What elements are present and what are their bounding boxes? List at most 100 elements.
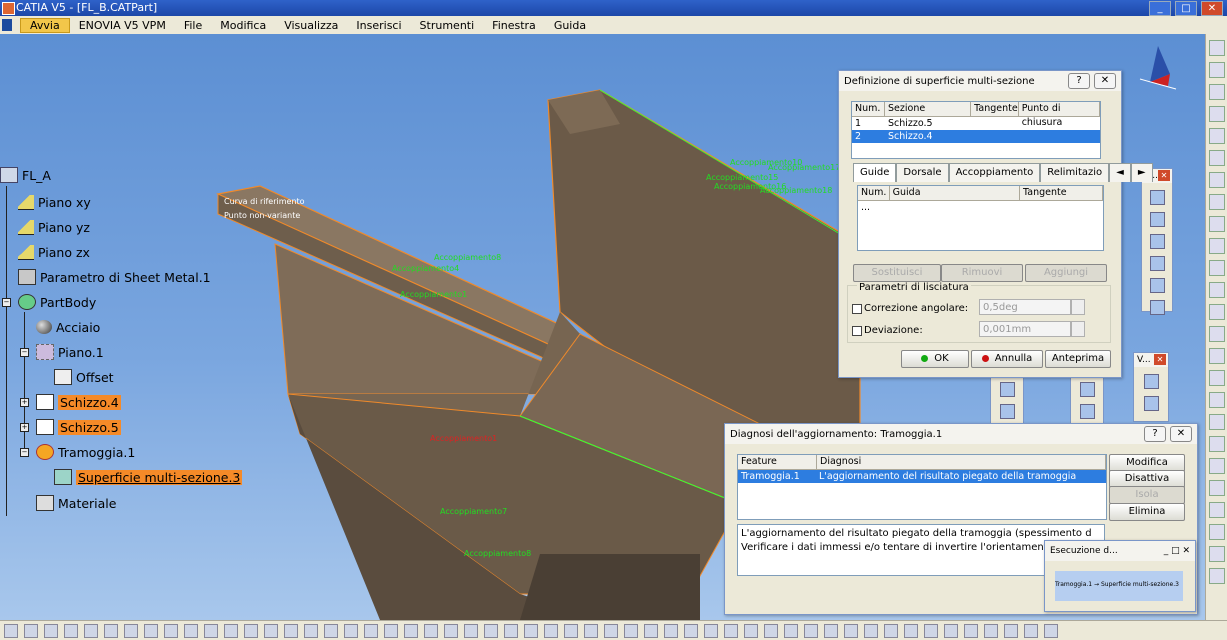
menu-inserisci[interactable]: Inserisci [347, 19, 410, 32]
tool-icon[interactable] [684, 623, 698, 638]
tool-icon[interactable] [1209, 150, 1225, 166]
tab-accoppiamento[interactable]: Accoppiamento [948, 163, 1041, 182]
tool-icon[interactable] [1149, 300, 1165, 315]
tool-icon[interactable] [844, 623, 858, 638]
tool-icon[interactable] [964, 623, 978, 638]
deviation-input[interactable]: 0,001mm [979, 321, 1071, 337]
tool-icon[interactable] [1209, 128, 1225, 144]
help-button[interactable]: ? [1144, 426, 1166, 442]
tool-icon[interactable] [1079, 382, 1095, 397]
view-icon[interactable] [484, 623, 498, 638]
paste-icon[interactable] [124, 623, 138, 638]
view-icon[interactable] [424, 623, 438, 638]
tool-icon[interactable] [1044, 623, 1058, 638]
menu-avvia[interactable]: Avvia [20, 17, 70, 33]
view-icon[interactable] [464, 623, 478, 638]
tool-icon[interactable] [1209, 304, 1225, 320]
pan-icon[interactable] [344, 623, 358, 638]
guide-row[interactable]: ... [858, 201, 1103, 214]
tool-icon[interactable] [944, 623, 958, 638]
tool-icon[interactable] [1209, 568, 1225, 584]
tool-icon[interactable] [564, 623, 578, 638]
ok-button[interactable]: OK [901, 350, 969, 368]
tree-schizzo-5[interactable]: Schizzo.5 [36, 418, 121, 436]
tool-icon[interactable] [1149, 212, 1165, 227]
tree-root[interactable]: FL_A [0, 166, 51, 184]
tool-icon[interactable] [1209, 106, 1225, 122]
cancel-button[interactable]: Annulla [971, 350, 1043, 368]
save-icon[interactable] [44, 623, 58, 638]
tree-piano-yz[interactable]: Piano yz [18, 218, 90, 236]
coupling-label[interactable]: Accoppiamento17 [768, 163, 840, 172]
minimize-button[interactable]: _ [1149, 1, 1171, 16]
tool-icon[interactable] [724, 623, 738, 638]
tool-icon[interactable] [884, 623, 898, 638]
tramoggia-expander[interactable]: − [20, 448, 29, 457]
tool-icon[interactable] [1143, 396, 1159, 411]
tool-icon[interactable] [704, 623, 718, 638]
tree-schizzo-4[interactable]: Schizzo.4 [36, 393, 121, 411]
schizzo5-expander[interactable]: + [20, 423, 29, 432]
tool-icon[interactable] [804, 623, 818, 638]
menu-file[interactable]: File [175, 19, 211, 32]
view-icon[interactable] [444, 623, 458, 638]
replace-button[interactable]: Sostituisci [853, 264, 941, 282]
menu-modifica[interactable]: Modifica [211, 19, 275, 32]
menu-finestra[interactable]: Finestra [483, 19, 545, 32]
tool-icon[interactable] [764, 623, 778, 638]
tool-icon[interactable] [644, 623, 658, 638]
tool-icon[interactable] [624, 623, 638, 638]
coupling-label[interactable]: Accoppiamento1 [430, 434, 497, 443]
tool-icon[interactable] [604, 623, 618, 638]
tool-icon[interactable] [1149, 234, 1165, 249]
menu-enovia[interactable]: ENOVIA V5 VPM [70, 19, 175, 32]
tool-icon[interactable] [1209, 282, 1225, 298]
tree-piano-xy[interactable]: Piano xy [18, 193, 91, 211]
add-button[interactable]: Aggiungi [1025, 264, 1107, 282]
tool-icon[interactable] [304, 623, 318, 638]
angular-correction-input[interactable]: 0,5deg [979, 299, 1071, 315]
help-button[interactable]: ? [1068, 73, 1090, 89]
spinner[interactable] [1071, 299, 1085, 315]
tool-icon[interactable] [264, 623, 278, 638]
tool-icon[interactable] [999, 382, 1015, 397]
schizzo4-expander[interactable]: + [20, 398, 29, 407]
close-button[interactable]: ✕ [1170, 426, 1192, 442]
tool-icon[interactable] [1209, 238, 1225, 254]
tool-icon[interactable] [1209, 414, 1225, 430]
tool-icon[interactable] [1209, 62, 1225, 78]
cut-icon[interactable] [84, 623, 98, 638]
remove-button[interactable]: Rimuovi [941, 264, 1023, 282]
tool-icon[interactable] [1209, 194, 1225, 210]
tool-icon[interactable] [1149, 190, 1165, 205]
tree-partbody[interactable]: PartBody [18, 293, 96, 311]
tool-icon[interactable] [1209, 524, 1225, 540]
tab-scroll-right[interactable]: ► [1130, 163, 1153, 182]
tree-sheet-metal[interactable]: Parametro di Sheet Metal.1 [18, 268, 211, 286]
tool-icon[interactable] [984, 623, 998, 638]
tab-scroll-left[interactable]: ◄ [1109, 163, 1131, 182]
view-icon[interactable] [504, 623, 518, 638]
diagnosis-row-selected[interactable]: Tramoggia.1 L'aggiornamento del risultat… [738, 470, 1106, 495]
maximize-button[interactable]: □ [1175, 1, 1197, 16]
tool-icon[interactable] [1209, 216, 1225, 232]
tool-icon[interactable] [999, 404, 1015, 419]
coupling-label[interactable]: Accoppiamento15 [706, 173, 778, 182]
tool-icon[interactable] [1209, 84, 1225, 100]
angular-correction-checkbox[interactable] [852, 304, 862, 314]
tool-icon[interactable] [1209, 392, 1225, 408]
isolate-button[interactable]: Isola [1109, 486, 1185, 504]
tool-icon[interactable] [744, 623, 758, 638]
tool-icon[interactable] [1024, 623, 1038, 638]
tab-dorsale[interactable]: Dorsale [896, 163, 949, 182]
undo-icon[interactable] [144, 623, 158, 638]
tool-icon[interactable] [904, 623, 918, 638]
piano1-expander[interactable]: − [20, 348, 29, 357]
tool-icon[interactable] [1209, 458, 1225, 474]
tab-guide[interactable]: Guide [853, 163, 897, 182]
section-row-selected[interactable]: 2 Schizzo.4 [852, 130, 1100, 143]
coupling-label[interactable]: Accoppiamento8 [434, 253, 501, 262]
help-icon[interactable] [184, 623, 198, 638]
zoom-in-icon[interactable] [384, 623, 398, 638]
tool-icon[interactable] [824, 623, 838, 638]
